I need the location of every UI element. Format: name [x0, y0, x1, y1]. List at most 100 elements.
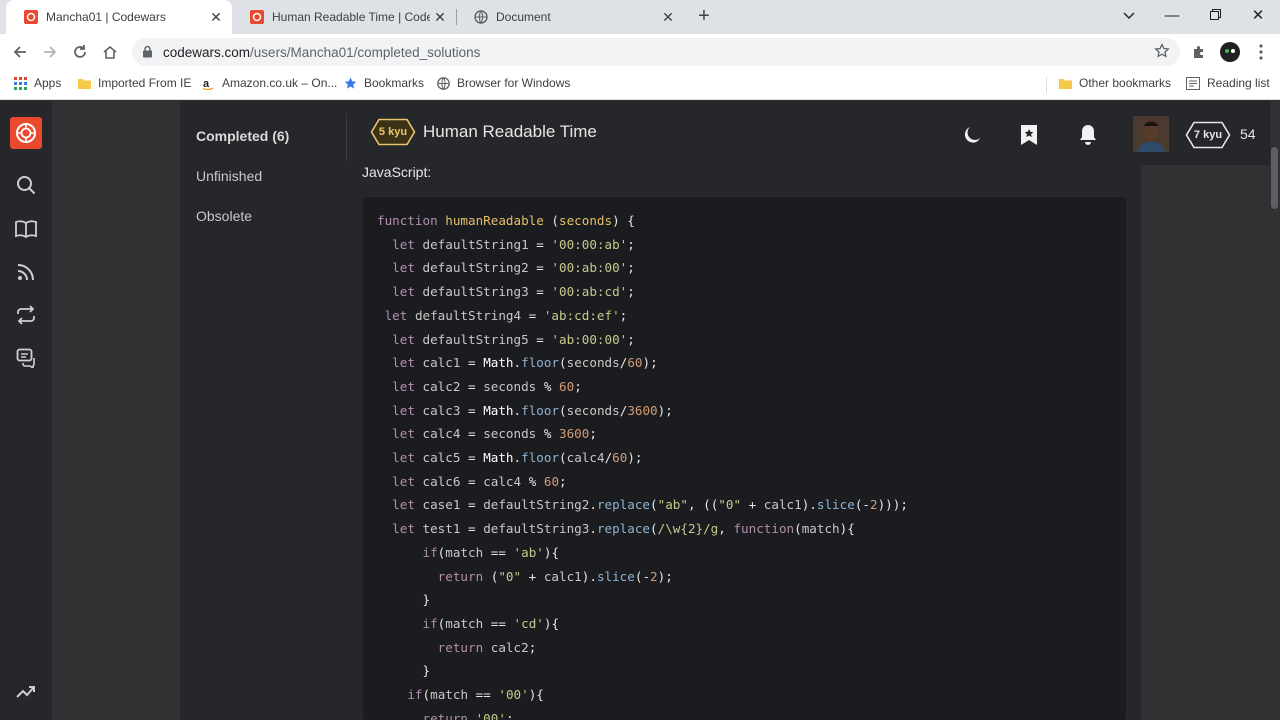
rss-icon[interactable]	[13, 259, 39, 285]
url-domain: codewars.com	[163, 45, 251, 60]
code-line: function humanReadable (seconds) {	[377, 213, 635, 228]
globe-icon	[474, 10, 488, 24]
avatar[interactable]	[1133, 116, 1169, 152]
bookmark-label: Imported From IE	[98, 76, 192, 90]
folder-icon	[77, 76, 91, 90]
code-line: let defaultString2 = '00:ab:00';	[392, 260, 635, 276]
tab-title: Document	[496, 10, 551, 24]
globe-icon	[436, 76, 450, 90]
code-line: let calc3 = Math.floor(seconds/3600);	[392, 402, 673, 418]
bookmark-star-outline-icon[interactable]	[1154, 42, 1170, 64]
close-icon[interactable]: ✕	[658, 9, 678, 26]
extensions-puzzle-icon[interactable]	[1187, 40, 1211, 64]
tab-search-button[interactable]	[1107, 0, 1151, 34]
scrollbar-thumb[interactable]	[1271, 147, 1278, 209]
kata-header: 5 kyu Human Readable Time	[370, 118, 597, 146]
codewars-favicon-icon	[250, 10, 264, 24]
code-line: return calc2;	[437, 639, 537, 655]
bookmark-label: Reading list	[1207, 76, 1270, 90]
user-rank-text: 7 kyu	[1193, 129, 1223, 141]
forward-button[interactable]	[38, 40, 62, 64]
kata-rank-badge: 5 kyu	[370, 118, 416, 146]
codewars-favicon-icon	[24, 10, 38, 24]
code-line: let calc1 = Math.floor(seconds/60);	[392, 355, 658, 371]
bookmark-star-icon[interactable]	[1017, 123, 1041, 147]
tab-title: Human Readable Time | Codewars	[272, 10, 430, 24]
code-line: }	[377, 663, 431, 679]
bookmark-label: Browser for Windows	[457, 76, 571, 90]
bookmark-imported-from-ie[interactable]: Imported From IE	[77, 76, 191, 90]
code-line: if(match == 'cd'){	[422, 615, 560, 631]
menu-dots-icon[interactable]	[1249, 40, 1273, 64]
submenu-obsolete[interactable]: Obsolete	[196, 208, 252, 224]
moon-icon[interactable]	[960, 123, 984, 147]
reload-button[interactable]	[68, 40, 92, 64]
tab-human-readable-time[interactable]: Human Readable Time | Codewars ✕	[232, 0, 456, 34]
language-label: JavaScript:	[362, 164, 432, 180]
star-icon	[343, 76, 357, 90]
code-line: let defaultString1 = '00:00:ab';	[392, 236, 635, 252]
bookmark-label: Amazon.co.uk – On...	[222, 76, 338, 90]
profile-avatar-icon[interactable]	[1218, 40, 1242, 64]
code-line: let defaultString3 = '00:ab:cd';	[392, 284, 635, 300]
code-line: let defaultString4 = 'ab:cd:ef';	[384, 307, 628, 323]
close-icon[interactable]: ✕	[206, 9, 226, 26]
minimize-button[interactable]: —	[1150, 0, 1194, 34]
code-line: return '00';	[422, 710, 514, 720]
bookmark-other-bookmarks[interactable]: Other bookmarks	[1058, 76, 1171, 90]
codewars-app: Completed (6) Unfinished Obsolete 5 kyu …	[0, 101, 1280, 720]
honor-points: 54	[1240, 126, 1256, 142]
user-rank-badge[interactable]: 7 kyu	[1185, 121, 1231, 149]
solutions-submenu: Completed (6) Unfinished Obsolete	[180, 101, 348, 720]
bookmark-bookmarks[interactable]: Bookmarks	[343, 76, 424, 90]
bookmark-amazon[interactable]: a Amazon.co.uk – On...	[201, 76, 337, 90]
close-icon[interactable]: ✕	[430, 9, 450, 26]
code-line: if(match == '00'){	[407, 687, 544, 702]
repeat-icon[interactable]	[13, 302, 39, 328]
tab-mancha01-codewars[interactable]: Mancha01 | Codewars ✕	[6, 0, 232, 34]
kata-title[interactable]: Human Readable Time	[423, 122, 597, 142]
book-icon[interactable]	[13, 216, 39, 242]
code-line: }	[377, 592, 431, 608]
left-gutter	[52, 101, 180, 720]
restore-button[interactable]	[1193, 0, 1237, 34]
bell-icon[interactable]	[1076, 123, 1100, 147]
code-line: let calc2 = seconds % 60;	[392, 378, 582, 394]
home-button[interactable]	[98, 40, 122, 64]
new-tab-button[interactable]: +	[692, 5, 716, 29]
bookmark-label: Other bookmarks	[1079, 76, 1172, 90]
code-line: if(match == 'ab'){	[422, 544, 560, 560]
code-line: let calc5 = Math.floor(calc4/60);	[392, 450, 643, 465]
bookmark-apps[interactable]: Apps	[13, 76, 61, 90]
code-line: let calc6 = calc4 % 60;	[392, 473, 567, 489]
bookmark-browser-for-windows[interactable]: Browser for Windows	[436, 76, 570, 90]
code-line: let calc4 = seconds % 3600;	[392, 426, 597, 442]
back-button[interactable]	[8, 40, 32, 64]
bookmark-label: Bookmarks	[364, 76, 425, 90]
page-scrollbar[interactable]	[1270, 101, 1280, 720]
amazon-icon: a	[201, 76, 215, 90]
submenu-completed[interactable]: Completed (6)	[196, 128, 289, 144]
trending-icon[interactable]	[13, 679, 39, 705]
svg-text:a: a	[203, 78, 210, 90]
submenu-divider	[346, 113, 347, 161]
browser-tab-bar: Mancha01 | Codewars ✕ Human Readable Tim…	[0, 0, 1280, 34]
reading-list-button[interactable]: Reading list	[1186, 76, 1270, 90]
bookmarks-bar: Apps Imported From IE a Amazon.co.uk – O…	[0, 70, 1280, 100]
codewars-logo-icon[interactable]	[10, 117, 42, 149]
right-gutter	[1141, 101, 1270, 720]
search-icon[interactable]	[13, 172, 39, 198]
code-line: let test1 = defaultString3.replace(/\w{2…	[392, 521, 855, 537]
submenu-unfinished[interactable]: Unfinished	[196, 168, 262, 184]
address-bar[interactable]: codewars.com/users/Mancha01/completed_so…	[132, 38, 1180, 66]
reading-list-icon	[1186, 76, 1200, 90]
tab-document[interactable]: Document ✕	[456, 0, 684, 34]
kata-rank-text: 5 kyu	[378, 126, 408, 138]
folder-icon	[1058, 76, 1072, 90]
code-line: return ("0" + calc1).slice(-2);	[437, 568, 673, 584]
lock-icon	[142, 45, 153, 63]
chat-icon[interactable]	[13, 345, 39, 371]
close-window-button[interactable]: ✕	[1236, 0, 1280, 34]
code-line: let case1 = defaultString2.replace("ab",…	[392, 497, 908, 513]
code-line: let defaultString5 = 'ab:00:00';	[392, 331, 635, 347]
